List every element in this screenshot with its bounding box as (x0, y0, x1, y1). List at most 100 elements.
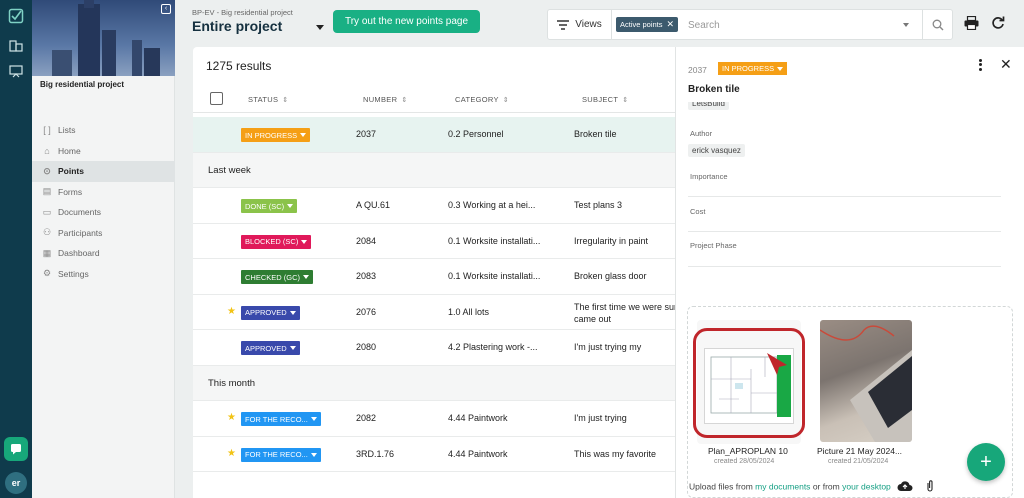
author-label: Author (690, 129, 713, 138)
divider (688, 231, 1001, 232)
views-button[interactable]: Views (548, 10, 612, 39)
sidebar-item-points[interactable]: ⊙ Points (32, 161, 175, 182)
author-field[interactable]: erick vasquez (688, 144, 745, 157)
sidebar-item-documents[interactable]: ▭ Documents (32, 202, 175, 223)
file-thumbnail-plan[interactable] (693, 320, 805, 444)
page-title[interactable]: Entire project (192, 18, 282, 34)
sidebar-item-forms[interactable]: ▤ Forms (32, 182, 175, 203)
cell-category: 4.2 Plastering work -... (448, 342, 538, 352)
buildings-icon[interactable] (7, 36, 25, 54)
project-cover-image: ‹ (32, 0, 175, 76)
cost-label: Cost (690, 207, 706, 216)
sidebar-item-label: Points (58, 166, 84, 177)
project-name: Big residential project (40, 80, 125, 89)
group-label: Last week (208, 164, 251, 176)
print-icon[interactable] (963, 15, 979, 31)
status-badge[interactable]: APPROVED (241, 341, 300, 355)
dashboard-icon: ▦ (42, 247, 52, 258)
status-badge[interactable]: BLOCKED (SC) (241, 234, 312, 249)
sidebar-item-dashboard[interactable]: ▦ Dashboard (32, 243, 175, 264)
sidebar-item-label: Participants (58, 227, 103, 238)
status-label: CHECKED (GC) (245, 272, 301, 282)
my-documents-link[interactable]: my documents (755, 481, 810, 491)
table-row[interactable]: ★ FOR THE RECO... 2082 4.44 Paintwork I'm ju… (193, 401, 675, 437)
column-category[interactable]: CATEGORY ⇕ (455, 95, 509, 104)
cell-subject: I'm just trying (574, 413, 627, 423)
add-point-button[interactable]: + (967, 443, 1005, 481)
table-row[interactable]: APPROVED 2080 4.2 Plastering work -... I'm … (193, 330, 675, 366)
sidebar-item-settings[interactable]: ⚙ Settings (32, 264, 175, 285)
table-row[interactable]: IN PROGRESS 2037 0.2 Personnel Broken tile (193, 117, 675, 153)
cell-category: 1.0 All lots (448, 306, 490, 317)
app-rail: er (0, 0, 32, 498)
status-badge[interactable]: DONE (SC) (241, 199, 298, 213)
active-points-chip[interactable]: Active points ✕ (616, 17, 679, 32)
your-desktop-link[interactable]: your desktop (842, 481, 891, 491)
cell-category: 0.1 Worksite installati... (448, 235, 541, 246)
status-label: IN PROGRESS (245, 130, 298, 140)
group-header: This month (193, 365, 675, 401)
star-icon[interactable]: ★ (227, 412, 236, 423)
chevron-down-icon[interactable] (316, 25, 324, 30)
star-icon[interactable]: ★ (227, 306, 236, 317)
column-status-label: STATUS (248, 95, 279, 104)
status-label: DONE (SC) (245, 201, 285, 211)
table-row[interactable]: BLOCKED (SC) 2084 0.1 Worksite installati.… (193, 224, 675, 259)
cell-category: 0.2 Personnel (448, 129, 504, 139)
presentation-icon[interactable] (7, 62, 25, 80)
close-icon[interactable]: ✕ (667, 19, 675, 30)
column-status[interactable]: STATUS ⇕ (248, 95, 288, 104)
close-icon[interactable]: ✕ (1000, 57, 1012, 71)
sidebar-item-lists[interactable]: [ ] Lists (32, 120, 175, 141)
chat-icon (11, 444, 21, 455)
chevron-down-icon (289, 346, 296, 350)
status-badge[interactable]: IN PROGRESS (241, 128, 311, 142)
sidebar-item-home[interactable]: ⌂ Home (32, 141, 175, 162)
table-header: STATUS ⇕ NUMBER ⇕ CATEGORY ⇕ SUBJECT ⇕ (193, 85, 675, 113)
table-row[interactable]: ★ FOR THE RECO... 3RD.1.76 4.44 Paintwork Th… (193, 437, 675, 472)
help-chat-button[interactable] (4, 437, 28, 461)
group-header: Last week (193, 152, 675, 188)
cell-subject: I'm just trying my (574, 342, 642, 352)
sidebar-item-label: Home (58, 145, 81, 156)
user-avatar[interactable]: er (5, 472, 27, 494)
column-number[interactable]: NUMBER ⇕ (363, 95, 407, 104)
table-row[interactable]: DONE (SC) A QU.61 0.3 Working at a hei... T… (193, 188, 675, 224)
attachment-icon[interactable] (926, 480, 934, 494)
search-button[interactable] (922, 10, 952, 39)
sidebar-item-label: Forms (58, 186, 83, 197)
select-all-checkbox[interactable] (210, 92, 223, 105)
status-label: APPROVED (245, 343, 287, 353)
cloud-upload-icon[interactable] (897, 480, 913, 494)
collapse-sidebar-icon[interactable]: ‹ (161, 4, 171, 14)
table-row[interactable]: ★ APPROVED 2076 1.0 All lots The first time … (193, 295, 675, 330)
status-badge[interactable]: CHECKED (GC) (241, 270, 314, 284)
more-vertical-icon[interactable] (975, 58, 985, 72)
chevron-down-icon[interactable] (903, 23, 909, 27)
sidebar-item-participants[interactable]: ⚇ Participants (32, 223, 175, 244)
search-input[interactable] (688, 15, 893, 35)
file-date: created 21/05/2024 (828, 458, 889, 465)
detail-status-badge[interactable]: IN PROGRESS (718, 62, 788, 75)
star-icon[interactable]: ★ (227, 448, 236, 459)
refresh-icon[interactable] (990, 15, 1006, 31)
try-new-points-button[interactable]: Try out the new points page (333, 10, 480, 33)
status-badge[interactable]: FOR THE RECO... (241, 447, 321, 462)
table-row[interactable]: CHECKED (GC) 2083 0.1 Worksite installati.… (193, 259, 675, 295)
photo-image (820, 320, 912, 442)
status-badge[interactable]: FOR THE RECO... (241, 412, 321, 426)
breadcrumb[interactable]: BP-EV - Big residential project (192, 8, 293, 17)
cell-subject: Test plans 3 (574, 200, 623, 210)
folder-icon: ▭ (42, 206, 52, 217)
cell-number: 2083 (356, 271, 377, 281)
status-badge[interactable]: APPROVED (241, 305, 300, 320)
sidebar-item-label: Dashboard (58, 248, 100, 259)
cell-subject: Broken glass door (574, 271, 647, 281)
group-label: This month (208, 377, 255, 389)
cell-subject: Broken tile (574, 129, 617, 139)
file-drop-zone[interactable]: Plan_APROPLAN 10 created 28/05/2024 Pict… (687, 306, 1013, 498)
column-subject[interactable]: SUBJECT ⇕ (582, 95, 628, 104)
file-thumbnail-photo[interactable] (820, 320, 912, 444)
people-icon: ⚇ (42, 227, 52, 238)
app-logo-icon[interactable] (7, 7, 25, 25)
